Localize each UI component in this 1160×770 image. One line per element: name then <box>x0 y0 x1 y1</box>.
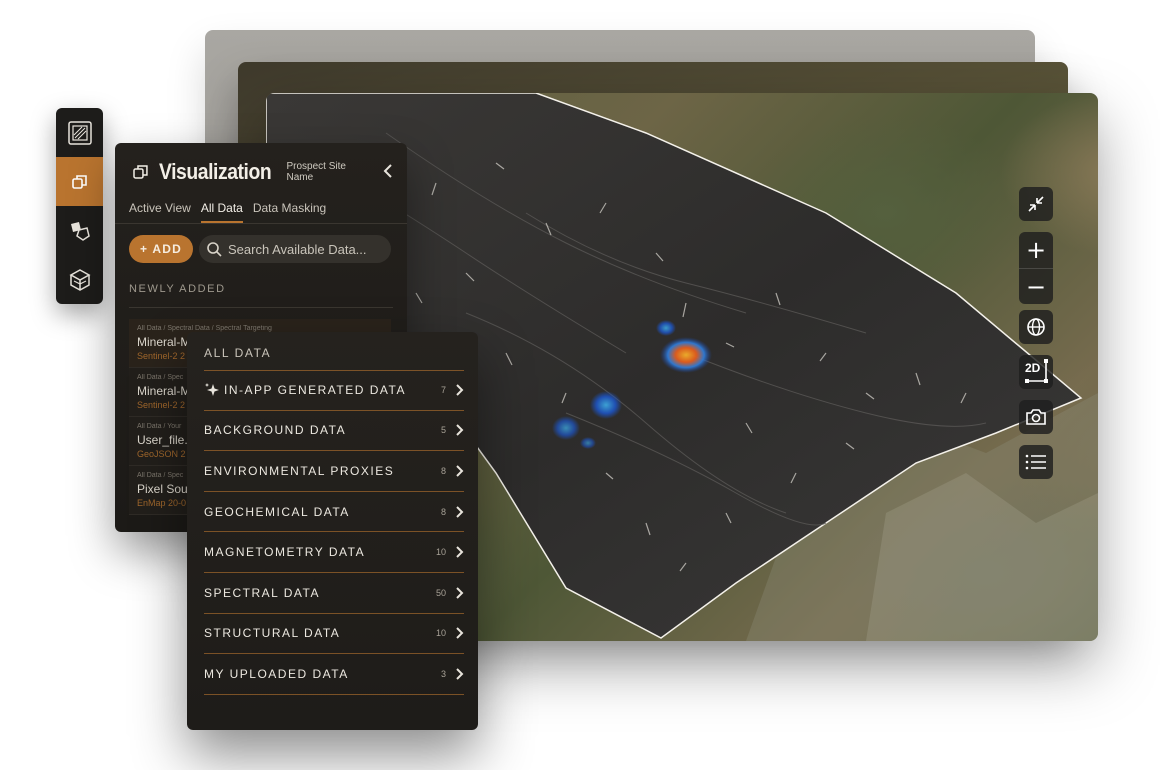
category-environmental-proxies[interactable]: ENVIRONMENTAL PROXIES 8 <box>204 451 464 492</box>
shapes-icon <box>70 221 90 241</box>
screenshot-button[interactable] <box>1019 400 1053 434</box>
category-count: 10 <box>435 547 446 558</box>
tab-data-masking[interactable]: Data Masking <box>253 201 326 223</box>
sparkle-icon <box>205 382 219 396</box>
panel-header: Visualization Prospect Site Name <box>133 155 393 189</box>
zoom-in-icon: + <box>1025 236 1047 264</box>
collapse-panel-button[interactable] <box>383 163 393 181</box>
chevron-right-icon <box>456 424 464 437</box>
all-data-menu: ALL DATA IN-APP GENERATED DATA 7 BACKGRO… <box>187 332 478 730</box>
chevron-right-icon <box>456 384 464 396</box>
panel-tabs: Active View All Data Data Masking <box>129 201 326 223</box>
toggle-2d-button[interactable]: 2D <box>1019 355 1053 389</box>
chevron-right-icon <box>456 505 464 518</box>
rail-item-map-layers[interactable] <box>56 108 103 157</box>
list-icon <box>1025 454 1046 470</box>
rail-item-visualization[interactable] <box>56 157 103 206</box>
search-box <box>199 235 391 263</box>
chevron-right-icon <box>456 627 464 640</box>
category-count: 3 <box>440 668 446 679</box>
item-path: All Data / Spectral Data / Spectral Targ… <box>137 325 272 332</box>
icon-rail <box>56 108 103 304</box>
category-count: 8 <box>440 506 446 517</box>
category-label: SPECTRAL DATA <box>204 585 320 600</box>
map-frame-icon <box>67 120 92 145</box>
zoom-in-button[interactable]: + <box>1019 232 1053 268</box>
category-count: 8 <box>440 465 446 476</box>
category-my-uploaded[interactable]: MY UPLOADED DATA 3 <box>204 654 464 695</box>
toggle-2d-icon <box>1025 359 1048 383</box>
category-label: BACKGROUND DATA <box>204 423 347 438</box>
category-label: STRUCTURAL DATA <box>204 626 341 641</box>
category-spectral[interactable]: SPECTRAL DATA 50 <box>204 573 464 614</box>
rail-item-shapes[interactable] <box>56 206 103 255</box>
category-count: 5 <box>440 425 446 436</box>
chevron-right-icon <box>456 465 464 477</box>
zoom-out-icon: − <box>1025 272 1047 301</box>
category-in-app-generated[interactable]: IN-APP GENERATED DATA 7 <box>204 370 464 411</box>
category-geochemical[interactable]: GEOCHEMICAL DATA 8 <box>204 492 464 533</box>
add-button[interactable]: + ADD <box>129 235 193 263</box>
newly-added-label: NEWLY ADDED <box>129 283 226 295</box>
category-count: 7 <box>440 384 446 395</box>
window-restore-icon <box>133 165 148 179</box>
category-magnetometry[interactable]: MAGNETOMETRY DATA 10 <box>204 532 464 573</box>
chevron-left-icon <box>383 164 392 178</box>
category-label: IN-APP GENERATED DATA <box>224 382 406 397</box>
cube-stack-icon <box>68 268 91 291</box>
panel-title: Visualization <box>158 159 272 184</box>
category-label: GEOCHEMICAL DATA <box>204 504 350 519</box>
category-list: IN-APP GENERATED DATA 7 BACKGROUND DATA … <box>204 370 464 695</box>
globe-button[interactable] <box>1019 310 1053 344</box>
site-name: Prospect Site Name <box>286 161 346 183</box>
search-input[interactable] <box>228 241 388 257</box>
rail-item-3d-layers[interactable] <box>56 255 103 304</box>
tab-all-data[interactable]: All Data <box>200 201 243 223</box>
collapse-button[interactable] <box>1019 187 1053 221</box>
globe-icon <box>1027 318 1045 336</box>
category-label: ENVIRONMENTAL PROXIES <box>204 463 395 478</box>
category-count: 50 <box>435 587 446 598</box>
section-divider <box>129 307 393 308</box>
chevron-right-icon <box>456 668 464 680</box>
category-label: MAGNETOMETRY DATA <box>204 545 366 560</box>
zoom-control: + − <box>1019 232 1053 304</box>
zoom-out-button[interactable]: − <box>1019 268 1053 304</box>
category-structural[interactable]: STRUCTURAL DATA 10 <box>204 614 464 655</box>
chevron-right-icon <box>456 546 464 558</box>
window-restore-icon <box>71 174 87 189</box>
category-background[interactable]: BACKGROUND DATA 5 <box>204 411 464 452</box>
collapse-icon <box>1028 196 1044 212</box>
chevron-right-icon <box>456 587 464 599</box>
search-icon <box>207 241 222 257</box>
menu-title: ALL DATA <box>204 346 272 360</box>
category-label: MY UPLOADED DATA <box>204 666 349 681</box>
tabs-divider <box>115 223 407 224</box>
legend-list-button[interactable] <box>1019 445 1053 479</box>
camera-icon <box>1026 409 1046 425</box>
tab-active-view[interactable]: Active View <box>129 201 191 223</box>
category-count: 10 <box>435 628 446 639</box>
